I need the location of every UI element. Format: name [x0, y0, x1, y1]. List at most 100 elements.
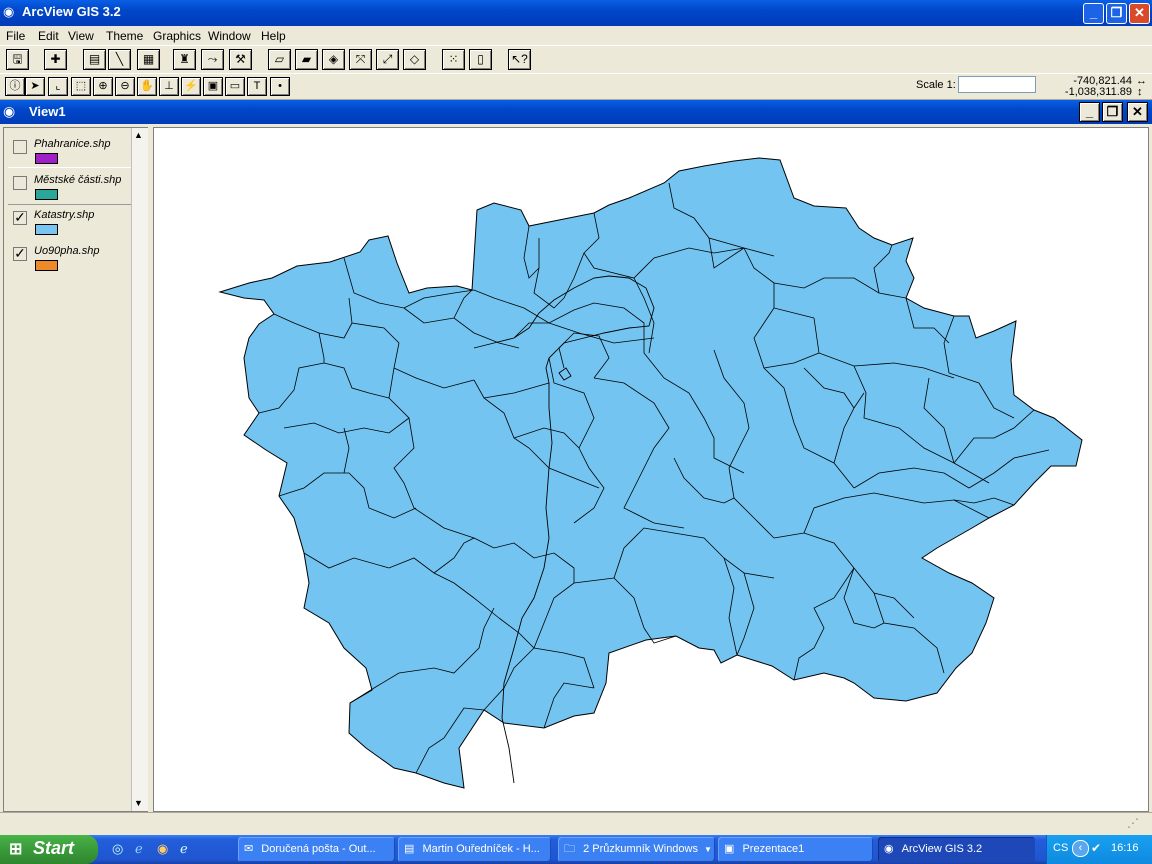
label-icon[interactable]: ▭ — [225, 77, 245, 96]
view-icon: ◉ — [3, 103, 16, 119]
area-of-interest-icon[interactable]: ▣ — [203, 77, 223, 96]
hotlink-icon[interactable]: ⚡ — [181, 77, 201, 96]
quicklaunch-browser-icon[interactable]: ◉ — [157, 841, 168, 857]
zoom-previous-icon[interactable]: ◇ — [403, 49, 426, 70]
zoom-full-extent-icon[interactable]: ▱ — [268, 49, 291, 70]
zoom-out-tool-icon[interactable]: ⊖ — [115, 77, 135, 96]
map-display[interactable] — [153, 127, 1149, 812]
task-outlook[interactable]: ✉ Doručená pošta - Out... — [238, 837, 395, 862]
task-word[interactable]: ▤ Martin Ouředníček - H... — [398, 837, 551, 862]
layer-color-swatch — [35, 260, 58, 271]
zoom-in-tool-icon[interactable]: ⊕ — [93, 77, 113, 96]
menu-help[interactable]: Help — [261, 29, 286, 43]
task-label: Prezentace1 — [742, 843, 805, 855]
menu-graphics[interactable]: Graphics — [153, 29, 201, 43]
app-title-bar: ◉ ArcView GIS 3.2 _ ❐ ✕ — [0, 0, 1152, 26]
theme-properties-icon[interactable]: ▤ — [83, 49, 106, 70]
group-arrow-icon: ▼ — [704, 845, 712, 854]
layer-visibility-checkbox[interactable]: ✓ — [13, 246, 27, 261]
scroll-down-icon[interactable]: ▼ — [134, 798, 143, 808]
arcview-icon: ◉ — [884, 843, 894, 855]
layer-visibility-checkbox[interactable] — [13, 176, 27, 190]
query-builder-icon[interactable]: ⚒ — [229, 49, 252, 70]
close-button[interactable]: ✕ — [1129, 3, 1150, 24]
vertical-arrow-icon: ↕ — [1137, 86, 1143, 98]
layer-entry[interactable]: Phahranice.shp — [8, 132, 134, 168]
layer-color-swatch — [35, 189, 58, 200]
pointer-icon[interactable]: ➤ — [25, 77, 45, 96]
select-feature-icon[interactable]: ⬚ — [71, 77, 91, 96]
status-bar: ⋰ — [0, 812, 1152, 836]
zoom-in-icon[interactable]: ⤧ — [349, 49, 372, 70]
task-powerpoint[interactable]: ▣ Prezentace1 — [718, 837, 873, 862]
zoom-out-icon[interactable]: ⤢ — [376, 49, 399, 70]
scroll-up-icon[interactable]: ▲ — [134, 130, 143, 140]
quicklaunch-ie2-icon[interactable]: ℯ — [180, 841, 188, 857]
table-of-contents: Phahranice.shp Městské části.shp ✓ Katas… — [3, 127, 148, 812]
layer-color-swatch — [35, 224, 58, 235]
menu-bar: File Edit View Theme Graphics Window Hel… — [0, 26, 1152, 45]
view-restore-button[interactable]: ❐ — [1102, 102, 1123, 122]
word-icon: ▤ — [404, 843, 415, 855]
network-icon[interactable]: ✔ — [1091, 841, 1101, 855]
menu-edit[interactable]: Edit — [38, 29, 59, 43]
layer-visibility-checkbox[interactable]: ✓ — [13, 210, 27, 225]
clock: 16:16 — [1111, 842, 1139, 854]
view-title: View1 — [29, 104, 66, 119]
find-icon[interactable]: ♜ — [173, 49, 196, 70]
help-pointer-icon[interactable]: ↖? — [508, 49, 531, 70]
button-bar: 🖫 ✚ ▤ ╲ ▦ ♜ ⤳ ⚒ ▱ ▰ ◈ ⤧ ⤢ ◇ ⁙ ▯ ↖? — [0, 45, 1152, 74]
task-explorer[interactable]: 🗀 2 Průzkumník Windows ▼ — [558, 837, 715, 862]
text-tool-icon[interactable]: T — [247, 77, 267, 96]
vertex-edit-icon[interactable]: ⌞ — [48, 77, 68, 96]
toc-scrollbar[interactable]: ▲ ▼ — [131, 128, 148, 811]
language-indicator[interactable]: CS — [1053, 842, 1068, 854]
measure-icon[interactable]: ⊥ — [159, 77, 179, 96]
zoom-active-themes-icon[interactable]: ▰ — [295, 49, 318, 70]
scale-input[interactable] — [958, 76, 1036, 93]
locate-address-icon[interactable]: ⤳ — [201, 49, 224, 70]
layer-entry[interactable]: ✓ Uo90pha.shp — [8, 239, 134, 275]
folder-icon: 🗀 — [564, 843, 575, 855]
layer-name: Městské části.shp — [34, 174, 122, 186]
add-theme-icon[interactable]: ✚ — [44, 49, 67, 70]
tool-bar: ⓘ ➤ ⌞ ⬚ ⊕ ⊖ ✋ ⊥ ⚡ ▣ ▭ T • Scale 1: -740,… — [0, 73, 1152, 100]
edit-legend-icon[interactable]: ╲ — [108, 49, 131, 70]
minimize-button[interactable]: _ — [1083, 3, 1104, 24]
start-label: Start — [33, 838, 75, 858]
view-close-button[interactable]: ✕ — [1127, 102, 1148, 122]
restore-button[interactable]: ❐ — [1106, 3, 1127, 24]
view-window-title-bar: ◉ View1 _ ❐ ✕ — [0, 100, 1152, 124]
windows-logo-icon: ⊞ — [9, 841, 23, 858]
start-button[interactable]: ⊞ Start — [0, 835, 98, 864]
quicklaunch-search-icon[interactable]: ◎ — [112, 841, 123, 857]
select-by-theme-icon[interactable]: ⁙ — [442, 49, 465, 70]
menu-theme[interactable]: Theme — [106, 29, 143, 43]
arcview-logo-icon: ◉ — [3, 4, 15, 19]
layer-visibility-checkbox[interactable] — [13, 140, 27, 154]
menu-window[interactable]: Window — [208, 29, 251, 43]
pan-icon[interactable]: ✋ — [137, 77, 157, 96]
view-minimize-button[interactable]: _ — [1079, 102, 1100, 122]
layer-name: Katastry.shp — [34, 209, 95, 221]
quicklaunch-ie-icon[interactable]: ℯ — [135, 841, 143, 857]
expand-tray-icon[interactable]: ‹ — [1072, 840, 1089, 857]
task-label: 2 Průzkumník Windows — [583, 843, 698, 855]
zoom-selected-icon[interactable]: ◈ — [322, 49, 345, 70]
taskbar: ◎ ℯ ◉ ℯ ✉ Doručená pošta - Out... ▤ Mart… — [0, 835, 1152, 864]
menu-view[interactable]: View — [68, 29, 94, 43]
layer-color-swatch — [35, 153, 58, 164]
menu-file[interactable]: File — [6, 29, 25, 43]
identify-icon[interactable]: ⓘ — [5, 77, 25, 96]
task-label: ArcView GIS 3.2 — [901, 843, 983, 855]
layer-entry[interactable]: Městské části.shp — [8, 167, 134, 205]
draw-point-icon[interactable]: • — [270, 77, 290, 96]
layer-entry[interactable]: ✓ Katastry.shp — [8, 203, 134, 239]
clear-selection-icon[interactable]: ▯ — [469, 49, 492, 70]
open-table-icon[interactable]: ▦ — [137, 49, 160, 70]
save-icon[interactable]: 🖫 — [6, 49, 29, 70]
task-label: Doručená pošta - Out... — [261, 843, 376, 855]
task-arcview[interactable]: ◉ ArcView GIS 3.2 — [878, 837, 1035, 862]
system-tray: CS ‹ ✔ 16:16 — [1046, 835, 1152, 864]
resize-grip-icon: ⋰ — [1127, 816, 1139, 830]
